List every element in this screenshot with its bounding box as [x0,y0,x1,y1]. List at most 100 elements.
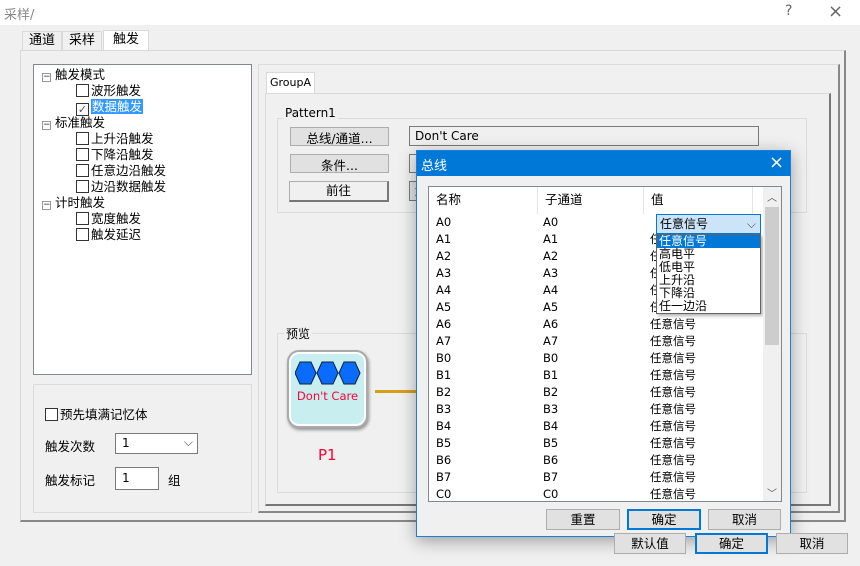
tree-item-label: 边沿数据触发 [91,179,167,194]
column-header-name[interactable]: 名称 [429,187,538,214]
cell-value[interactable]: 任意信号 [650,435,696,452]
close-button[interactable]: × [828,1,843,22]
cell-name: B7 [436,470,452,484]
vertical-scrollbar[interactable]: ︿ ﹀ [763,187,781,501]
cell-subchannel: B1 [543,368,559,382]
checkbox[interactable] [76,212,89,225]
cancel-button[interactable]: 取消 [776,533,848,554]
table-row[interactable]: B7 B7 任意信号 [429,469,762,486]
table-row[interactable]: B5 B5 任意信号 [429,435,762,452]
cell-value[interactable]: 任意信号 [650,418,696,435]
cell-subchannel: A1 [543,232,559,246]
cell-subchannel: B2 [543,385,559,399]
checkbox[interactable] [76,164,89,177]
tree-group-timing[interactable]: − 计时触发 [42,195,105,211]
value-dropdown[interactable]: 任意信号 高电平 低电平 上升沿 下降沿 任一边沿 [656,234,761,314]
tree-item-data[interactable]: ✓ 数据触发 [76,99,144,116]
cell-value[interactable]: 任意信号 [650,384,696,401]
cell-value[interactable]: 任意信号 [650,401,696,418]
cell-value[interactable]: 任意信号 [650,333,696,350]
tree-group-mode[interactable]: − 触发模式 [42,67,105,83]
table-row[interactable]: B0 B0 任意信号 [429,350,762,367]
condition-button[interactable]: 条件... [290,154,389,173]
tree-item-rising[interactable]: 上升沿触发 [76,131,154,147]
cell-subchannel: A4 [543,283,559,297]
collapse-icon[interactable]: − [42,73,51,82]
checkbox[interactable] [76,132,89,145]
arrow-icon [375,390,417,393]
table-row[interactable]: C0 C0 任意信号 [429,486,762,501]
default-button[interactable]: 默认值 [614,533,686,554]
checkbox[interactable] [76,180,89,193]
tree-item-waveform[interactable]: 波形触发 [76,83,141,99]
goto-button[interactable]: 前往 [289,181,389,202]
cell-name: B0 [436,351,452,365]
tab-trigger[interactable]: 触发 [103,30,149,51]
tree-item-any-edge[interactable]: 任意边沿触发 [76,163,166,179]
count-value: 1 [122,436,130,450]
pattern-preview-node[interactable]: Don't Care [287,350,368,428]
cell-value[interactable]: 任意信号 [650,452,696,469]
help-button[interactable]: ? [785,3,792,19]
cell-value[interactable]: 任意信号 [650,486,696,501]
collapse-icon[interactable]: − [42,121,51,130]
collapse-icon[interactable]: − [42,201,51,210]
cell-name: C0 [436,487,452,501]
checkbox[interactable] [45,408,58,421]
dropdown-option[interactable]: 任一边沿 [657,300,760,313]
tree-item-delay[interactable]: 触发延迟 [76,227,141,243]
trigger-tree[interactable]: − 触发模式 波形触发 ✓ 数据触发 − 标准触发 上升沿触发 下降沿触发 任意边沿触… [33,64,252,375]
cell-value[interactable]: 任意信号 [650,469,696,486]
bus-list[interactable]: 名称 子通道 值 A0 A0 A1 A1 任意信号 A2 A2 任意信号 A3 A3 任意信号 A4 A… [428,186,782,502]
preview-name: P1 [318,446,337,464]
dialog-ok-button[interactable]: 确定 [627,509,701,530]
cell-value[interactable]: 任意信号 [650,350,696,367]
column-header-subchannel[interactable]: 子通道 [538,187,644,214]
tree-item-width[interactable]: 宽度触发 [76,211,141,227]
scroll-down-icon[interactable]: ﹀ [767,485,777,500]
cell-subchannel: A3 [543,266,559,280]
tree-item-falling[interactable]: 下降沿触发 [76,147,154,163]
value-combo[interactable]: 任意信号 ⌵ [656,214,761,234]
bus-channel-button[interactable]: 总线/通道... [290,127,389,146]
cell-name: B1 [436,368,452,382]
cell-value[interactable]: 任意信号 [650,316,696,333]
cell-value[interactable]: 任意信号 [650,367,696,384]
tree-group-standard[interactable]: − 标准触发 [42,115,105,131]
dialog-close-icon[interactable]: × [769,152,784,173]
column-header-value[interactable]: 值 [644,187,753,214]
cell-name: B3 [436,402,452,416]
cell-name: B5 [436,436,452,450]
dialog-cancel-button[interactable]: 取消 [708,509,781,530]
cell-subchannel: B4 [543,419,559,433]
window-title: 采样/ [4,8,35,23]
scroll-up-icon[interactable]: ︿ [767,189,777,204]
checkbox[interactable] [76,228,89,241]
table-row[interactable]: A6 A6 任意信号 [429,316,762,333]
table-row[interactable]: A7 A7 任意信号 [429,333,762,350]
tree-item-label: 上升沿触发 [91,131,154,146]
table-row[interactable]: B6 B6 任意信号 [429,452,762,469]
table-row[interactable]: B2 B2 任意信号 [429,384,762,401]
tree-item-edge-data[interactable]: 边沿数据触发 [76,179,166,195]
tree-group-label: 标准触发 [55,115,106,130]
tab-channel[interactable]: 通道 [22,31,62,50]
reset-button[interactable]: 重置 [546,509,620,530]
ok-button[interactable]: 确定 [695,533,768,554]
cell-name: A3 [436,266,452,280]
preview-text: Don't Care [296,389,359,403]
count-select[interactable]: 1 ⌵ [115,433,198,454]
table-row[interactable]: B3 B3 任意信号 [429,401,762,418]
bus-value-field[interactable]: Don't Care [409,126,759,146]
mark-label: 触发标记 [45,473,96,488]
table-row[interactable]: B1 B1 任意信号 [429,367,762,384]
checkbox[interactable] [76,148,89,161]
prefill-checkbox[interactable]: 预先填满记忆体 [45,404,148,423]
scroll-thumb[interactable] [765,207,779,345]
mark-input[interactable]: 1 [115,467,159,490]
table-row[interactable]: B4 B4 任意信号 [429,418,762,435]
hexagons-icon [295,361,361,385]
tab-groupa[interactable]: GroupA [266,72,315,94]
tab-sampling[interactable]: 采样 [62,31,102,50]
checkbox[interactable] [76,84,89,97]
